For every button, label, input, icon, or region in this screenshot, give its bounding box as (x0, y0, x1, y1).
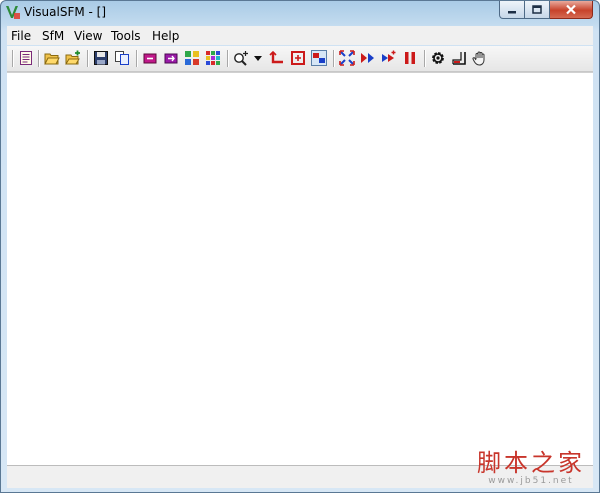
minimize-icon (508, 10, 516, 13)
pan-button[interactable] (472, 50, 488, 66)
compute-pair-button[interactable] (142, 50, 158, 66)
menu-bar: File SfM View Tools Help (7, 26, 593, 45)
zoom-dropdown-button[interactable] (253, 50, 263, 66)
title-bar[interactable]: VisualSFM - [] (1, 1, 599, 25)
dropdown-arrow-icon (254, 56, 262, 61)
open-icon (44, 53, 60, 65)
pause-button[interactable] (402, 50, 418, 66)
palette-button[interactable] (205, 50, 221, 66)
menu-help[interactable]: Help (152, 29, 179, 43)
close-icon (566, 4, 576, 15)
copy-icon (115, 51, 129, 65)
menu-view[interactable]: View (74, 29, 102, 43)
gear-icon (432, 52, 444, 64)
open-add-icon (65, 50, 80, 65)
toolbar-separator (12, 50, 14, 67)
window-title: VisualSFM - [] (24, 5, 107, 19)
axis-button[interactable] (269, 50, 285, 66)
frame-button[interactable] (290, 50, 306, 66)
toolbar-separator (424, 50, 426, 67)
viewport-canvas[interactable] (7, 72, 593, 465)
menu-tools[interactable]: Tools (111, 29, 141, 43)
watermark-url: www.jb51.net (488, 476, 574, 486)
frame-icon (291, 51, 305, 65)
minimize-button[interactable] (499, 1, 525, 19)
app-window: VisualSFM - [] File SfM View Tools Help (0, 0, 600, 493)
close-button[interactable] (550, 1, 593, 19)
menu-sfm[interactable]: SfM (42, 29, 64, 43)
maximize-icon (532, 4, 542, 14)
add-point-icon (382, 50, 396, 62)
camera-pair-button[interactable] (311, 50, 327, 66)
expand-icon (339, 50, 355, 66)
hand-icon (472, 51, 485, 66)
camera-pair-icon (311, 50, 327, 66)
menu-file[interactable]: File (11, 29, 31, 43)
save-button[interactable] (93, 50, 109, 66)
ruler-icon (452, 52, 466, 65)
zoom-icon (234, 51, 248, 66)
expand-button[interactable] (339, 50, 355, 66)
toolbar-separator (227, 50, 229, 67)
pause-icon (405, 52, 415, 64)
watermark: 脚本之家 www.jb51.net (477, 450, 585, 486)
toolbar-separator (136, 50, 138, 67)
toolbar-separator (87, 50, 89, 67)
add-point-button[interactable] (381, 50, 397, 66)
pair-icon (143, 53, 157, 64)
palette-icon (206, 51, 220, 65)
copy-button[interactable] (114, 50, 130, 66)
toolbar-separator (38, 50, 40, 67)
match-icon (164, 53, 178, 64)
grid-icon (185, 51, 199, 65)
visualsfm-logo-icon (5, 4, 21, 20)
settings-button[interactable] (430, 50, 446, 66)
watermark-text: 脚本之家 (477, 449, 585, 477)
toolbar-separator (333, 50, 335, 67)
forward-icon (361, 53, 374, 63)
open-add-button[interactable] (65, 50, 81, 66)
zoom-button[interactable] (233, 50, 249, 66)
compute-match-button[interactable] (163, 50, 179, 66)
log-icon (20, 51, 32, 65)
image-grid-button[interactable] (184, 50, 200, 66)
log-window-button[interactable] (18, 50, 34, 66)
maximize-button[interactable] (525, 1, 550, 19)
toolbar (7, 46, 593, 72)
ruler-button[interactable] (451, 50, 467, 66)
open-button[interactable] (44, 50, 60, 66)
save-icon (94, 51, 108, 65)
window-controls (499, 1, 593, 19)
axis-icon (269, 50, 283, 64)
forward-button[interactable] (360, 50, 376, 66)
